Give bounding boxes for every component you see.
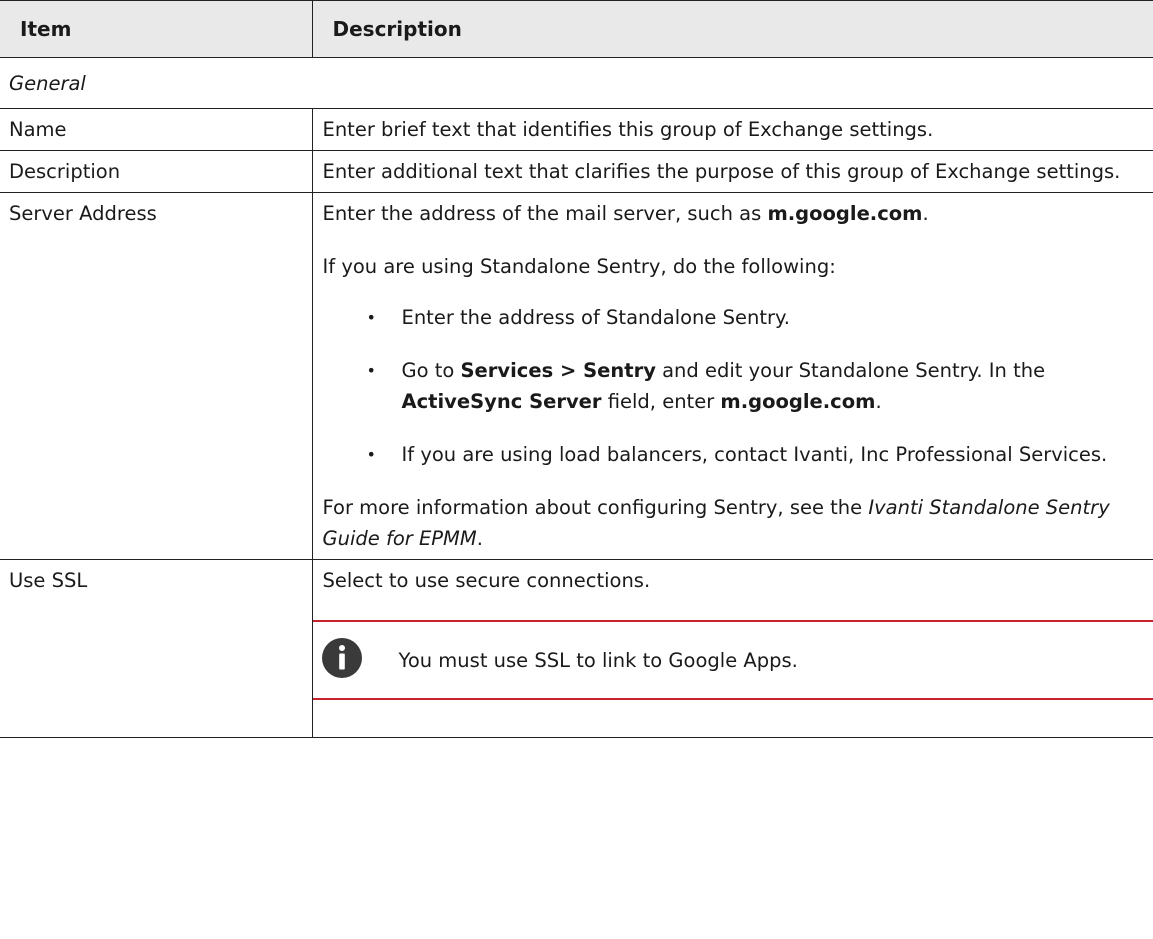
table-header-row: Item Description — [0, 0, 1153, 58]
bullet-dot: • — [366, 445, 376, 464]
text: If you are using load balancers, contact… — [401, 443, 1108, 466]
menu-path: Services > Sentry — [460, 359, 656, 382]
table-row: Name Enter brief text that identifies th… — [0, 108, 1153, 151]
text: field, enter — [601, 390, 721, 413]
section-row-general: General — [0, 57, 1153, 109]
note-text: You must use SSL to link to Google Apps. — [398, 648, 798, 672]
example-domain: m.google.com — [767, 202, 923, 225]
bullet-dot: • — [366, 361, 376, 380]
text: For more information about configuring S… — [322, 496, 869, 519]
table-row: Use SSL Select to use secure connections… — [0, 559, 1153, 738]
description-cell: Select to use secure connections. You mu… — [311, 559, 1153, 738]
section-label: General — [0, 57, 1153, 109]
text: Go to — [401, 359, 461, 382]
item-cell: Name — [0, 108, 313, 151]
standalone-sentry-intro: If you are using Standalone Sentry, do t… — [322, 255, 836, 278]
text: Enter the address of Standalone Sentry. — [401, 306, 790, 329]
text: Enter the address of the mail server, su… — [322, 202, 768, 225]
text: . — [922, 202, 929, 225]
text: . — [875, 390, 882, 413]
text: . — [476, 527, 483, 550]
item-cell: Use SSL — [0, 559, 313, 738]
settings-table: Item Description General Name Enter brie… — [0, 0, 1153, 738]
example-domain: m.google.com — [720, 390, 876, 413]
list-item: • If you are using load balancers, contac… — [323, 439, 1144, 470]
table-row: Description Enter additional text that c… — [0, 150, 1153, 193]
item-cell: Description — [0, 150, 313, 193]
bullet-dot: • — [366, 308, 376, 327]
list-item: • Enter the address of Standalone Sentry. — [323, 302, 1144, 333]
header-item: Item — [0, 0, 313, 58]
text: and edit your Standalone Sentry. In the — [655, 359, 1046, 382]
description-cell: Enter the address of the mail server, su… — [311, 192, 1153, 560]
instruction-list: • Enter the address of Standalone Sentry.… — [323, 302, 1144, 470]
item-cell: Server Address — [0, 192, 313, 560]
more-info: For more information about configuring S… — [323, 492, 1144, 554]
server-address-intro: Enter the address of the mail server, su… — [323, 198, 1144, 229]
header-description: Description — [311, 0, 1153, 58]
description-cell: Enter brief text that identifies this gr… — [311, 108, 1153, 151]
field-name: ActiveSync Server — [401, 390, 602, 413]
list-item: • Go to Services > Sentry and edit your S… — [323, 355, 1144, 417]
note-box: You must use SSL to link to Google Apps. — [312, 620, 1153, 700]
table-row: Server Address Enter the address of the … — [0, 192, 1153, 560]
ssl-description: Select to use secure connections. — [322, 569, 651, 592]
info-icon — [321, 638, 362, 678]
description-cell: Enter additional text that clarifies the… — [311, 150, 1153, 193]
